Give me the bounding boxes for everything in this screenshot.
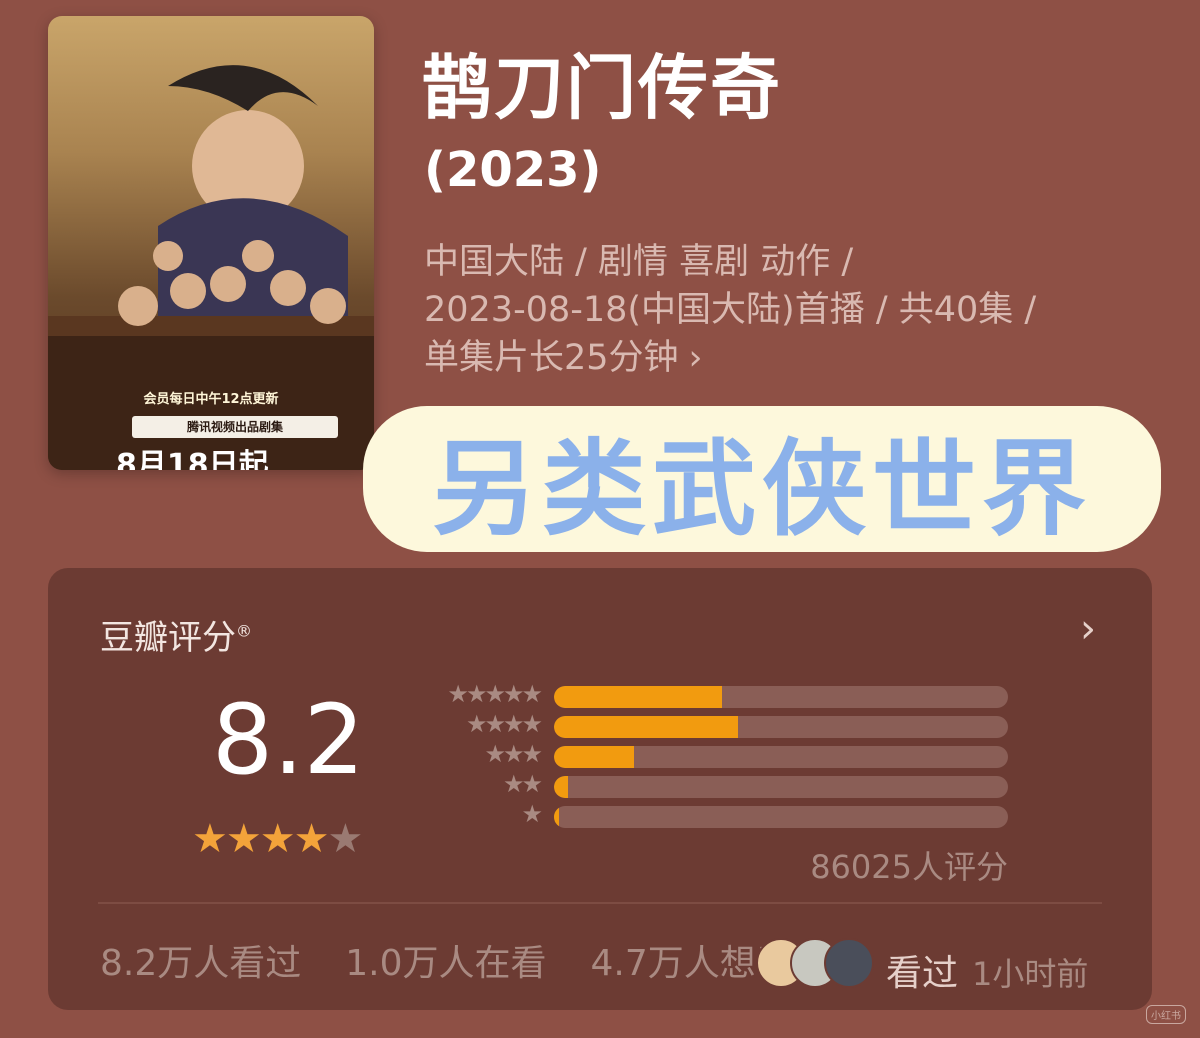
rating-bar-track (554, 776, 1008, 798)
activity-time: 1小时前 (972, 955, 1089, 993)
douban-rating-card[interactable]: 豆瓣评分® › 8.2 ★★★★★ ★★★★★ ★★★★ ★★★ ★★ ★ 86025人… (48, 568, 1152, 1010)
watermark: 小红书 (1146, 1005, 1186, 1024)
watched-count[interactable]: 8.2万人看过 (100, 943, 301, 984)
rating-label: 豆瓣评分® (100, 618, 252, 658)
rating-bar-fill (554, 806, 559, 828)
rating-row-stars: ★★ (502, 770, 543, 798)
show-year: (2023) (424, 142, 602, 198)
show-meta[interactable]: 中国大陆 / 剧情 喜剧 动作 / 2023-08-18(中国大陆)首播 / 共… (424, 238, 1144, 382)
avatar (824, 938, 874, 988)
rating-bar-fill (554, 686, 722, 708)
poster-brand-badge: 腾讯视频出品剧集 (132, 416, 338, 438)
poster-image[interactable]: 会员每日中午12点更新 腾讯视频出品剧集 8月18日起 (48, 16, 374, 470)
overlay-tag: 另类武侠世界 (363, 406, 1161, 552)
friend-activity: 看过 1小时前 (886, 953, 1089, 994)
rating-bar-track (554, 686, 1008, 708)
rating-row: ★★★ (424, 740, 1010, 768)
rating-row-stars: ★★★★ (465, 710, 543, 738)
star-empty-icon: ★ (327, 816, 363, 862)
meta-line-2: 2023-08-18(中国大陆)首播 / 共40集 / (424, 290, 1037, 330)
chevron-right-icon[interactable]: › (1080, 606, 1096, 652)
rating-count: 86025人评分 (810, 848, 1008, 886)
overlay-tag-text: 另类武侠世界 (431, 426, 1092, 550)
star-filled-icon: ★★★★ (192, 816, 329, 862)
rating-bar-fill (554, 746, 635, 768)
audience-stats: 8.2万人看过 1.0万人在看 4.7万人想看 (100, 934, 836, 986)
rating-bar-track (554, 716, 1008, 738)
rating-row-stars: ★ (521, 800, 542, 828)
meta-line-1: 中国大陆 / 剧情 喜剧 动作 / (424, 242, 854, 282)
divider (98, 902, 1102, 904)
rating-row-stars: ★★★ (484, 740, 543, 768)
rating-row-stars: ★★★★★ (447, 680, 543, 708)
rating-row: ★ (424, 800, 1010, 828)
rating-row: ★★★★★ (424, 680, 1010, 708)
rating-row: ★★ (424, 770, 1010, 798)
meta-line-3: 单集片长25分钟 › (424, 338, 703, 378)
watching-count[interactable]: 1.0万人在看 (345, 943, 546, 984)
rating-bar-fill (554, 716, 738, 738)
poster-date: 8月18日起 (116, 448, 269, 470)
chevron-right-icon[interactable]: › (689, 338, 703, 378)
friend-avatars[interactable] (756, 938, 876, 990)
rating-stars: ★★★★★ (192, 816, 363, 862)
show-title: 鹊刀门传奇 (422, 47, 782, 129)
poster-update-text: 会员每日中午12点更新 (143, 392, 279, 407)
rating-bar-track (554, 746, 1008, 768)
rating-score: 8.2 (212, 684, 365, 796)
rating-bar-track (554, 806, 1008, 828)
rating-bar-fill (554, 776, 568, 798)
rating-row: ★★★★ (424, 710, 1010, 738)
